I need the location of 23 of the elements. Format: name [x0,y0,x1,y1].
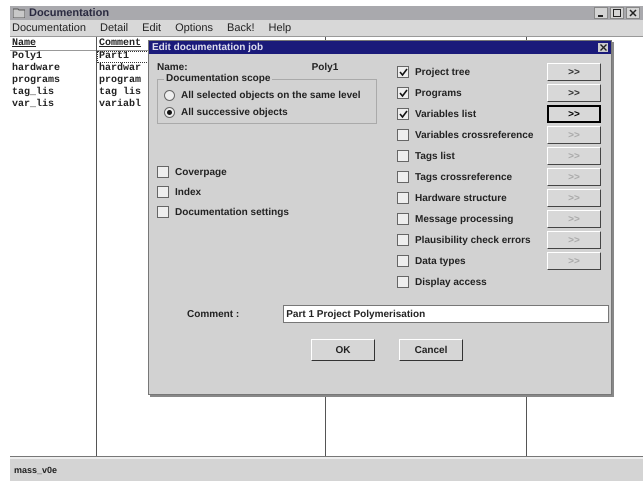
checkbox-label: Plausibility check errors [415,234,532,246]
comment-label: Comment : [187,308,240,320]
radio-label: All successive objects [181,107,288,118]
status-text: mass_v0e [14,465,58,475]
checkbox-label: Documentation settings [175,206,289,218]
window-title: Documentation [29,7,110,19]
checkbox-label: Project tree [415,66,472,78]
checkbox-label: Variables list [415,108,478,120]
checkbox-label: Coverpage [175,166,227,178]
checkbox-label: Data types [415,256,467,266]
checkbox-label: Variables crossreference [415,130,534,140]
radio-label: All selected objects on the same level [181,90,361,101]
checkbox-label: Tags list [415,150,456,162]
checkbox-label: Display access [415,276,488,288]
group-title: Documentation scope [164,73,272,84]
checkbox-label: Hardware structure [415,192,508,204]
name-label: Name: [157,62,188,73]
dialog-title: Edit documentation job [152,42,264,53]
checkbox-label: Tags crossreference [415,172,514,182]
name-value: Poly1 [312,62,338,73]
checkbox-label: Programs [415,88,463,98]
checkbox-label: Index [175,186,202,198]
checkbox-label: Message processing [415,214,514,224]
